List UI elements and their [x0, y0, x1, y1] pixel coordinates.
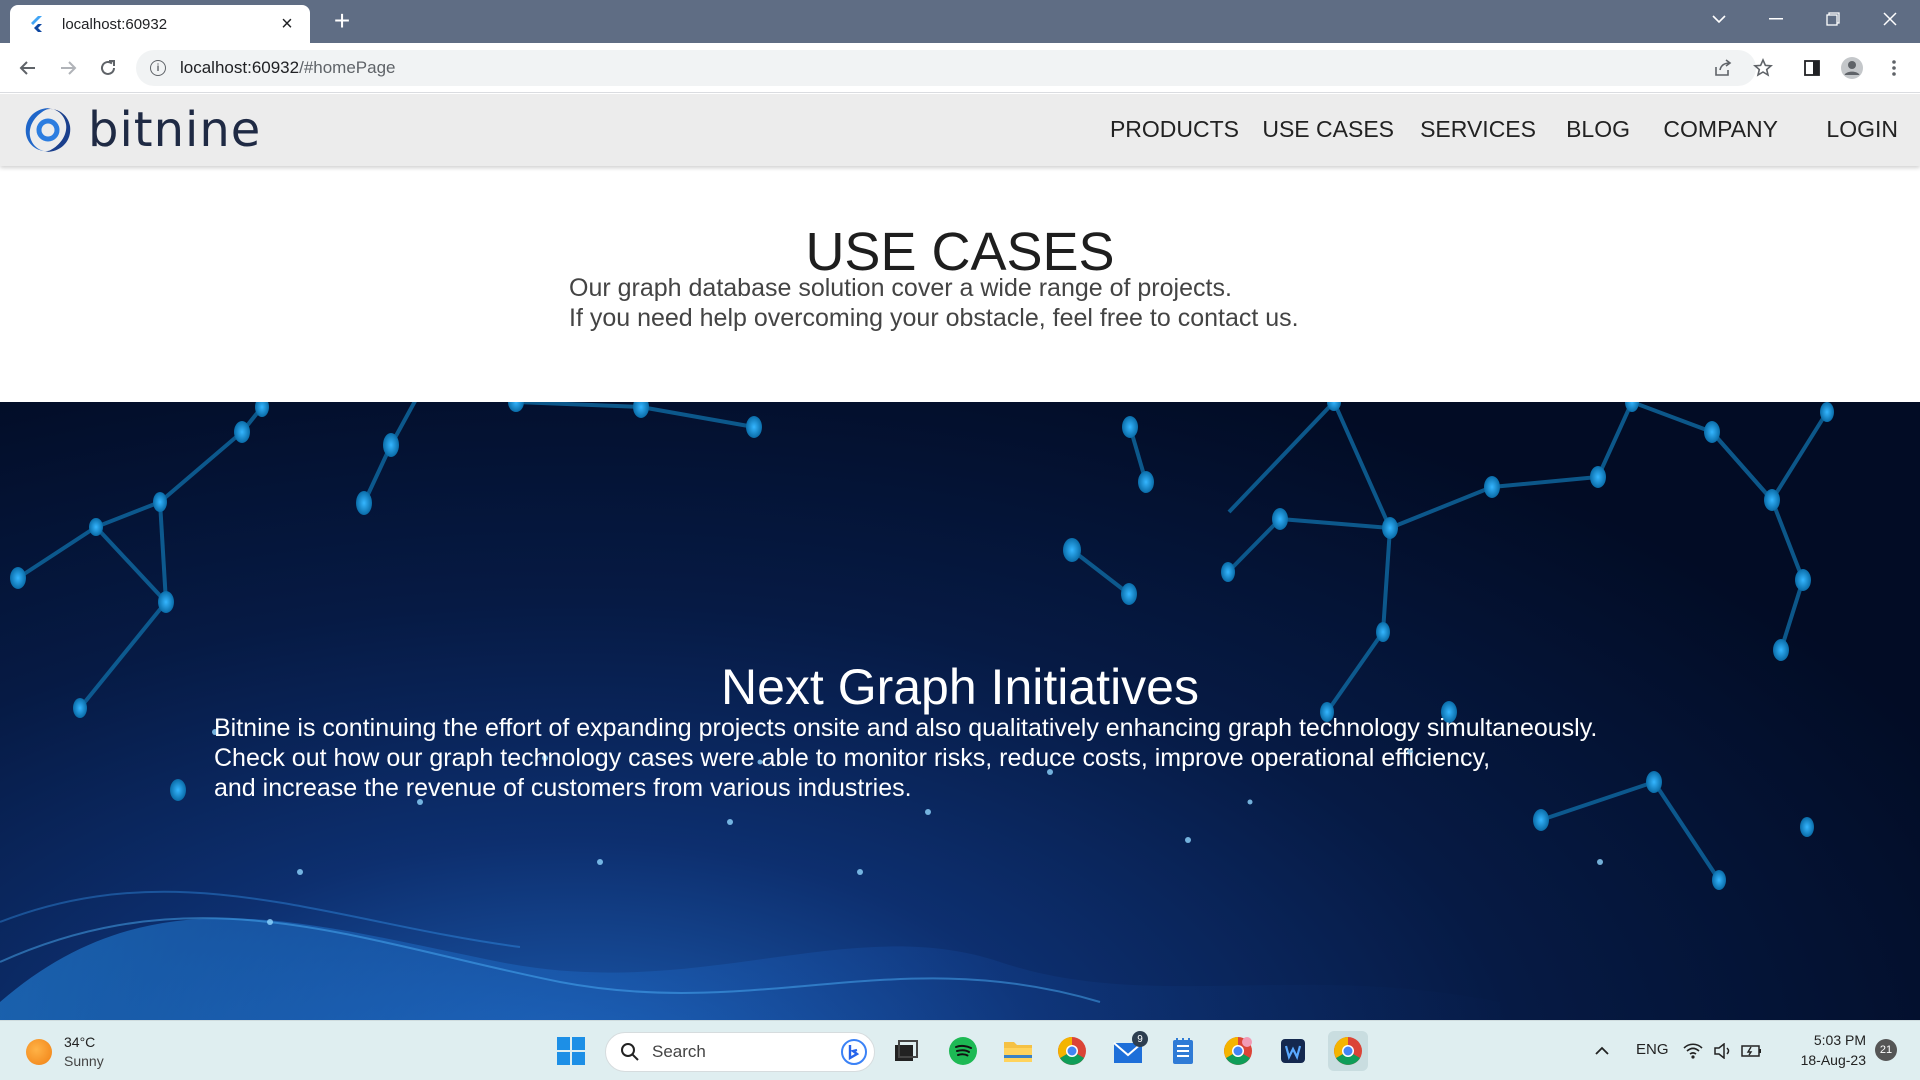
page-viewport: bitnine PRODUCTS USE CASES SERVICES BLOG…	[0, 94, 1920, 1020]
battery-icon[interactable]	[1737, 1031, 1767, 1071]
use-cases-section: USE CASES Our graph database solution co…	[0, 166, 1920, 402]
spotify-icon[interactable]	[943, 1031, 983, 1071]
chrome-profile-icon[interactable]	[1218, 1031, 1258, 1071]
initiatives-line-2: Check out how our graph technology cases…	[214, 744, 1491, 772]
windows-taskbar: 34°C Sunny Search 9 ENG 5:03 PM 18-Aug-2…	[0, 1020, 1920, 1080]
bitnine-logo-icon	[25, 108, 71, 152]
app-icon[interactable]	[1273, 1031, 1313, 1071]
language-indicator[interactable]: ENG	[1636, 1041, 1669, 1058]
browser-tab-strip: localhost:60932 × +	[0, 0, 1920, 43]
logo-text: bitnine	[88, 102, 262, 158]
nav-services[interactable]: SERVICES	[1420, 116, 1536, 143]
tab-title: localhost:60932	[62, 15, 168, 33]
system-clock[interactable]: 5:03 PM 18-Aug-23	[1770, 1030, 1866, 1070]
nav-company[interactable]: COMPANY	[1663, 116, 1778, 143]
close-tab-icon[interactable]: ×	[276, 14, 298, 34]
initiatives-title: Next Graph Initiatives	[721, 659, 1199, 715]
initiatives-line-3: and increase the revenue of customers fr…	[214, 774, 912, 802]
restore-button[interactable]	[1813, 0, 1853, 38]
search-icon	[621, 1043, 639, 1061]
use-cases-line-1: Our graph database solution cover a wide…	[569, 274, 1232, 302]
url-path: /#homePage	[299, 58, 396, 77]
wifi-icon[interactable]	[1678, 1031, 1708, 1071]
use-cases-line-2: If you need help overcoming your obstacl…	[569, 304, 1299, 332]
mail-icon[interactable]: 9	[1108, 1031, 1148, 1071]
nav-use-cases[interactable]: USE CASES	[1262, 116, 1394, 143]
browser-toolbar: i localhost:60932/#homePage	[0, 43, 1920, 93]
search-placeholder: Search	[652, 1042, 706, 1061]
clock-time: 5:03 PM	[1813, 1032, 1866, 1048]
site-info-icon[interactable]: i	[150, 60, 166, 76]
minimize-button[interactable]	[1756, 0, 1796, 38]
initiatives-line-1: Bitnine is continuing the effort of expa…	[214, 714, 1598, 742]
new-tab-button[interactable]: +	[326, 6, 358, 38]
close-window-button[interactable]	[1870, 0, 1910, 38]
next-graph-initiatives-section: Next Graph Initiatives Bitnine is contin…	[0, 402, 1920, 1020]
address-bar[interactable]: i localhost:60932/#homePage	[136, 50, 1756, 86]
windows-start-icon[interactable]	[551, 1031, 591, 1071]
flutter-icon	[31, 16, 42, 32]
tab-search-icon[interactable]	[1699, 0, 1739, 38]
notification-badge[interactable]: 21	[1875, 1039, 1897, 1061]
weather-condition: Sunny	[64, 1053, 104, 1069]
back-button[interactable]	[14, 54, 42, 82]
more-menu-icon[interactable]	[1882, 56, 1906, 80]
mail-badge: 9	[1132, 1031, 1148, 1047]
volume-icon[interactable]	[1708, 1031, 1738, 1071]
task-view-icon[interactable]	[886, 1031, 926, 1071]
chrome-active-icon[interactable]	[1328, 1031, 1368, 1071]
nav-products[interactable]: PRODUCTS	[1110, 116, 1239, 143]
forward-button[interactable]	[54, 54, 82, 82]
file-explorer-icon[interactable]	[998, 1031, 1038, 1071]
sun-icon	[26, 1039, 52, 1065]
weather-widget[interactable]: 34°C Sunny	[26, 1033, 104, 1071]
nav-blog[interactable]: BLOG	[1566, 116, 1630, 143]
chevron-up-icon[interactable]	[1582, 1031, 1622, 1071]
profile-avatar-icon[interactable]	[1840, 56, 1864, 80]
weather-temperature: 34°C	[64, 1034, 96, 1050]
login-link[interactable]: LOGIN	[1826, 116, 1898, 143]
site-header: bitnine PRODUCTS USE CASES SERVICES BLOG…	[0, 94, 1920, 166]
bookmark-star-icon[interactable]	[1751, 56, 1775, 80]
url-host: localhost:60932	[180, 58, 300, 77]
bing-icon[interactable]	[840, 1038, 868, 1066]
share-icon[interactable]	[1711, 56, 1735, 80]
clock-date: 18-Aug-23	[1800, 1052, 1866, 1068]
side-panel-icon[interactable]	[1800, 56, 1824, 80]
chrome-icon[interactable]	[1052, 1031, 1092, 1071]
browser-tab[interactable]: localhost:60932 ×	[10, 5, 310, 43]
notepad-icon[interactable]	[1163, 1031, 1203, 1071]
taskbar-search[interactable]: Search	[605, 1032, 875, 1072]
reload-button[interactable]	[94, 54, 122, 82]
site-logo[interactable]: bitnine	[20, 102, 261, 158]
